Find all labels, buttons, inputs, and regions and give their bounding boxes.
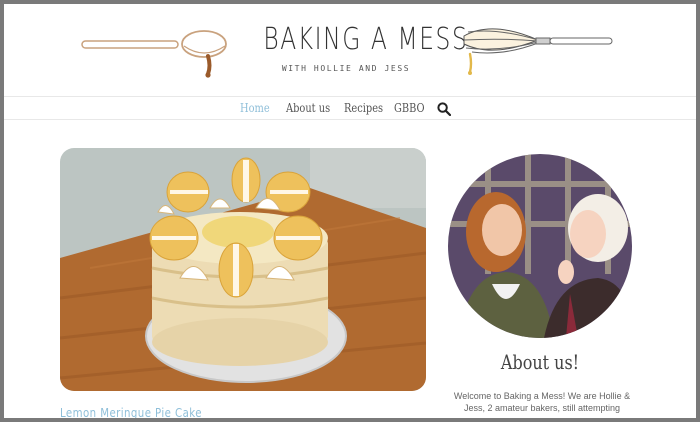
- nav-item-recipes[interactable]: Recipes: [344, 101, 383, 115]
- cake-photo: [60, 148, 426, 391]
- whisk-icon: [463, 28, 613, 75]
- spoon-icon: [81, 30, 227, 78]
- about-us-photo: [448, 154, 632, 338]
- site-title[interactable]: BAKING A MESS: [263, 22, 467, 57]
- nav-item-home[interactable]: Home: [240, 101, 270, 115]
- nav-item-about-us[interactable]: About us: [286, 101, 330, 115]
- about-us-text: Welcome to Baking a Mess! We are Hollie …: [453, 391, 631, 413]
- post-title-link[interactable]: Lemon Meringue Pie Cake: [60, 406, 202, 418]
- search-icon[interactable]: [437, 102, 451, 116]
- hollie-and-jess-photo: [448, 154, 632, 338]
- about-us-title: About us!: [500, 350, 580, 374]
- page: BAKING A MESS WITH HOLLIE AND JESS Home …: [4, 4, 696, 418]
- post-featured-image[interactable]: [60, 148, 426, 391]
- main-nav: Home About us Recipes GBBO: [4, 96, 696, 120]
- site-header: BAKING A MESS WITH HOLLIE AND JESS: [4, 4, 696, 98]
- site-subtitle: WITH HOLLIE AND JESS: [281, 64, 411, 73]
- nav-item-gbbo[interactable]: GBBO: [394, 101, 425, 115]
